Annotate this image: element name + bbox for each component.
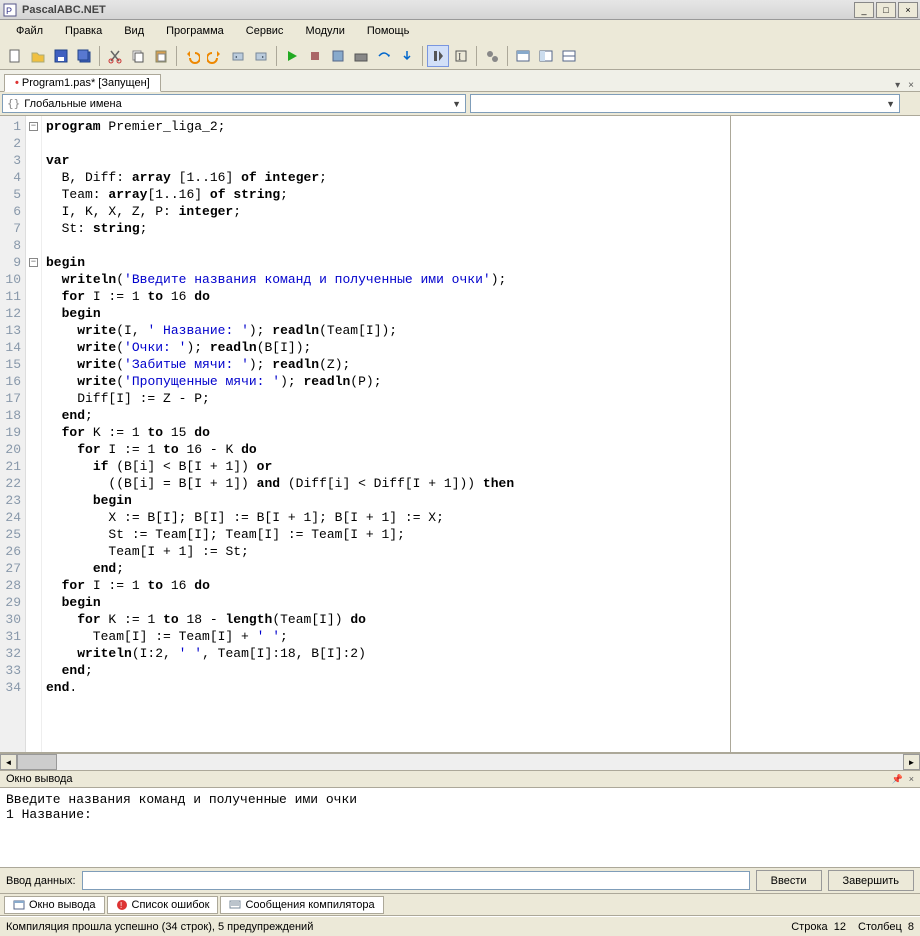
stop-icon[interactable] <box>304 45 326 67</box>
paste-icon[interactable] <box>150 45 172 67</box>
menu-help[interactable]: Помощь <box>357 22 420 40</box>
scroll-left-icon[interactable]: ◄ <box>0 754 17 770</box>
enter-button[interactable]: Ввести <box>756 870 822 891</box>
toggle-1-icon[interactable] <box>427 45 449 67</box>
tab-error-list[interactable]: ! Список ошибок <box>107 896 219 914</box>
status-line: Строка 12 <box>791 921 846 933</box>
menu-file[interactable]: Файл <box>6 22 53 40</box>
menu-program[interactable]: Программа <box>156 22 234 40</box>
editor-side-panel <box>730 116 920 752</box>
namespace-label: Глобальные имена <box>24 98 122 110</box>
horizontal-scrollbar[interactable]: ◄ ► <box>0 753 920 770</box>
messages-icon <box>229 899 241 911</box>
menu-edit[interactable]: Правка <box>55 22 112 40</box>
open-file-icon[interactable] <box>27 45 49 67</box>
run-icon[interactable] <box>281 45 303 67</box>
window-1-icon[interactable] <box>512 45 534 67</box>
step-into-icon[interactable] <box>396 45 418 67</box>
status-bar: Компиляция прошла успешно (34 строк), 5 … <box>0 916 920 936</box>
finish-button[interactable]: Завершить <box>828 870 914 891</box>
menu-modules[interactable]: Модули <box>295 22 354 40</box>
nav-forward-icon[interactable] <box>250 45 272 67</box>
toggle-2-icon[interactable]: I <box>450 45 472 67</box>
line-number-gutter: 1234567891011121314151617181920212223242… <box>0 116 26 752</box>
compile-icon[interactable] <box>327 45 349 67</box>
chevron-down-icon: ▼ <box>886 99 895 109</box>
tab-program1[interactable]: •Program1.pas* [Запущен] <box>4 74 161 92</box>
window-3-icon[interactable] <box>558 45 580 67</box>
navigation-bar: {} Глобальные имена ▼ ▼ <box>0 92 920 116</box>
gears-icon[interactable] <box>481 45 503 67</box>
tab-output-window[interactable]: Окно вывода <box>4 896 105 914</box>
nav-back-icon[interactable] <box>227 45 249 67</box>
new-file-icon[interactable] <box>4 45 26 67</box>
save-all-icon[interactable] <box>73 45 95 67</box>
scrollbar-thumb[interactable] <box>17 754 57 770</box>
output-panel-title: Окно вывода <box>6 773 73 785</box>
window-2-icon[interactable] <box>535 45 557 67</box>
output-panel-header: Окно вывода 📌 × <box>0 770 920 788</box>
app-icon: P <box>2 2 18 18</box>
tab-dropdown-icon[interactable]: ▾ <box>893 80 902 91</box>
code-editor[interactable]: program Premier_liga_2; var B, Diff: arr… <box>42 116 730 752</box>
output-icon <box>13 899 25 911</box>
close-button[interactable]: × <box>898 2 918 18</box>
cut-icon[interactable] <box>104 45 126 67</box>
namespace-combo[interactable]: {} Глобальные имена ▼ <box>2 94 466 113</box>
svg-text:I: I <box>458 52 461 63</box>
input-bar: Ввод данных: Ввести Завершить <box>0 868 920 894</box>
editor-area: 1234567891011121314151617181920212223242… <box>0 116 920 753</box>
maximize-button[interactable]: □ <box>876 2 896 18</box>
document-tab-bar: •Program1.pas* [Запущен] ▾ × <box>0 70 920 92</box>
step-over-icon[interactable] <box>373 45 395 67</box>
bottom-tabs: Окно вывода ! Список ошибок Сообщения ко… <box>0 894 920 916</box>
minimize-button[interactable]: _ <box>854 2 874 18</box>
pin-icon[interactable]: 📌 <box>892 774 903 785</box>
menu-view[interactable]: Вид <box>114 22 154 40</box>
braces-icon: {} <box>7 97 20 110</box>
member-combo[interactable]: ▼ <box>470 94 900 113</box>
window-title: PascalABC.NET <box>22 4 854 16</box>
menu-service[interactable]: Сервис <box>236 22 294 40</box>
stdin-input[interactable] <box>82 871 750 890</box>
toolbar: I <box>0 42 920 70</box>
tab-modified-dot-icon: • <box>15 77 19 89</box>
tab-label: Program1.pas* [Запущен] <box>22 77 150 89</box>
save-icon[interactable] <box>50 45 72 67</box>
title-bar: P PascalABC.NET _ □ × <box>0 0 920 20</box>
build-icon[interactable] <box>350 45 372 67</box>
svg-text:!: ! <box>120 901 122 910</box>
undo-icon[interactable] <box>181 45 203 67</box>
scroll-right-icon[interactable]: ► <box>903 754 920 770</box>
tab-compiler-messages[interactable]: Сообщения компилятора <box>220 896 383 914</box>
panel-close-icon[interactable]: × <box>909 774 914 785</box>
fold-column: −− <box>26 116 42 752</box>
status-column: Столбец 8 <box>858 921 914 933</box>
redo-icon[interactable] <box>204 45 226 67</box>
output-text: Введите названия команд и полученные ими… <box>0 788 920 868</box>
copy-icon[interactable] <box>127 45 149 67</box>
tab-close-icon[interactable]: × <box>906 80 916 91</box>
error-icon: ! <box>116 899 128 911</box>
input-label: Ввод данных: <box>6 875 76 887</box>
chevron-down-icon: ▼ <box>452 99 461 109</box>
svg-text:P: P <box>6 6 12 16</box>
status-message: Компиляция прошла успешно (34 строк), 5 … <box>6 921 313 933</box>
menu-bar: Файл Правка Вид Программа Сервис Модули … <box>0 20 920 42</box>
